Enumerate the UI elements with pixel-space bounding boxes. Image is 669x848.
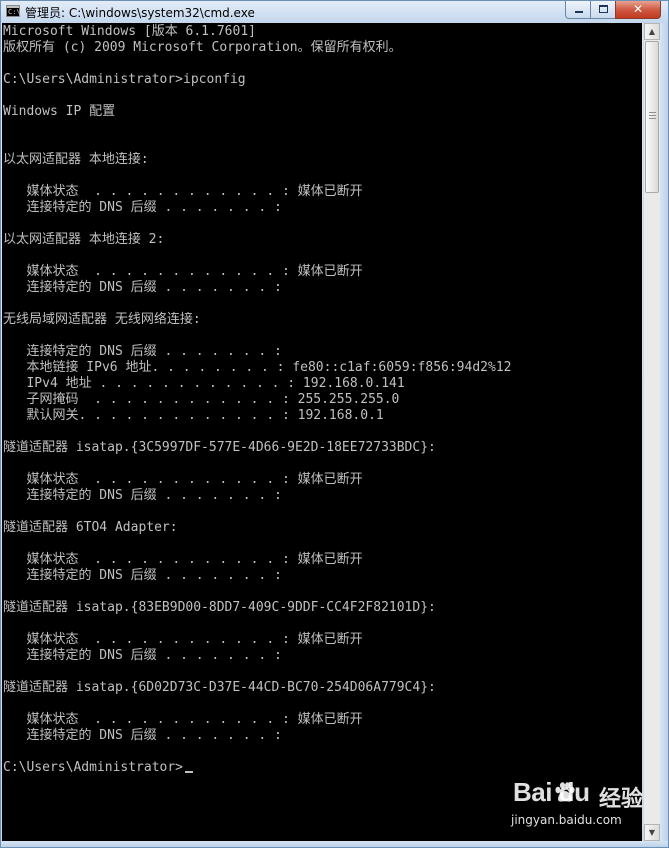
scroll-up-arrow-icon: ▲: [648, 27, 656, 36]
console-line: 媒体状态 . . . . . . . . . . . . : 媒体已断开: [3, 184, 363, 199]
console-line: 连接特定的 DNS 后缀 . . . . . . . :: [3, 728, 282, 743]
console-line: 子网掩码 . . . . . . . . . . . . : 255.255.2…: [3, 392, 400, 407]
console-line: C:\Users\Administrator>ipconfig: [3, 72, 246, 87]
scroll-up-button[interactable]: ▲: [644, 23, 660, 40]
close-icon: ✕: [632, 2, 644, 16]
console-line: C:\Users\Administrator>: [3, 760, 184, 775]
console-line: 本地链接 IPv6 地址. . . . . . . . : fe80::c1af…: [3, 360, 512, 375]
console-line: 连接特定的 DNS 后缀 . . . . . . . :: [3, 280, 282, 295]
scroll-thumb[interactable]: [645, 41, 659, 193]
cmd-icon[interactable]: C:\: [6, 5, 21, 17]
cmd-window: C:\ 管理员: C:\windows\system32\cmd.exe ✕ M…: [0, 0, 669, 848]
console-line: 隧道适配器 isatap.{83EB9D00-8DD7-409C-9DDF-CC…: [3, 600, 436, 615]
text-cursor: [185, 771, 193, 773]
console-line: 隧道适配器 6TO4 Adapter:: [3, 520, 178, 535]
console-line: 媒体状态 . . . . . . . . . . . . : 媒体已断开: [3, 472, 363, 487]
console-line: 以太网适配器 本地连接 2:: [3, 232, 165, 247]
console-line: 连接特定的 DNS 后缀 . . . . . . . :: [3, 344, 282, 359]
console-line: IPv4 地址 . . . . . . . . . . . . : 192.16…: [3, 376, 405, 391]
minimize-icon: [575, 11, 583, 13]
maximize-icon: [599, 5, 608, 13]
console-line: 连接特定的 DNS 后缀 . . . . . . . :: [3, 568, 282, 583]
cmd-icon-label: C:\: [8, 8, 21, 16]
scroll-grip-line: [649, 112, 656, 113]
minimize-button[interactable]: [565, 1, 591, 19]
console-line: 连接特定的 DNS 后缀 . . . . . . . :: [3, 648, 282, 663]
scroll-down-arrow-icon: ▼: [648, 828, 656, 837]
scroll-grip-line: [649, 118, 656, 119]
console-line: 连接特定的 DNS 后缀 . . . . . . . :: [3, 200, 282, 215]
console-line: 媒体状态 . . . . . . . . . . . . : 媒体已断开: [3, 712, 363, 727]
console-line: 媒体状态 . . . . . . . . . . . . : 媒体已断开: [3, 632, 363, 647]
console-line: 以太网适配器 本地连接:: [3, 152, 149, 167]
console-line: 媒体状态 . . . . . . . . . . . . : 媒体已断开: [3, 552, 363, 567]
close-button[interactable]: ✕: [615, 1, 661, 19]
scroll-grip-line: [649, 115, 656, 116]
vertical-scrollbar[interactable]: ▲ ▼: [643, 23, 660, 841]
console-line: Windows IP 配置: [3, 104, 116, 119]
console-line: 连接特定的 DNS 后缀 . . . . . . . :: [3, 488, 282, 503]
console-line: 隧道适配器 isatap.{3C5997DF-577E-4D66-9E2D-18…: [3, 440, 436, 455]
console-line: 隧道适配器 isatap.{6D02D73C-D37E-44CD-BC70-25…: [3, 680, 436, 695]
console-line: 媒体状态 . . . . . . . . . . . . : 媒体已断开: [3, 264, 363, 279]
console-line: 版权所有 (c) 2009 Microsoft Corporation。保留所有…: [3, 40, 402, 55]
window-frame-right: [660, 23, 668, 847]
scroll-down-button[interactable]: ▼: [644, 824, 660, 841]
console-line: 无线局域网适配器 无线网络连接:: [3, 312, 201, 327]
console-output[interactable]: Microsoft Windows [版本 6.1.7601] 版权所有 (c) …: [2, 23, 642, 841]
maximize-button[interactable]: [590, 1, 616, 19]
window-title: 管理员: C:\windows\system32\cmd.exe: [25, 6, 255, 20]
console-line: Microsoft Windows [版本 6.1.7601]: [3, 24, 256, 39]
console-line: 默认网关. . . . . . . . . . . . . : 192.168.…: [3, 408, 384, 423]
title-bar[interactable]: C:\ 管理员: C:\windows\system32\cmd.exe ✕: [1, 1, 668, 23]
window-frame-bottom: [1, 841, 668, 847]
